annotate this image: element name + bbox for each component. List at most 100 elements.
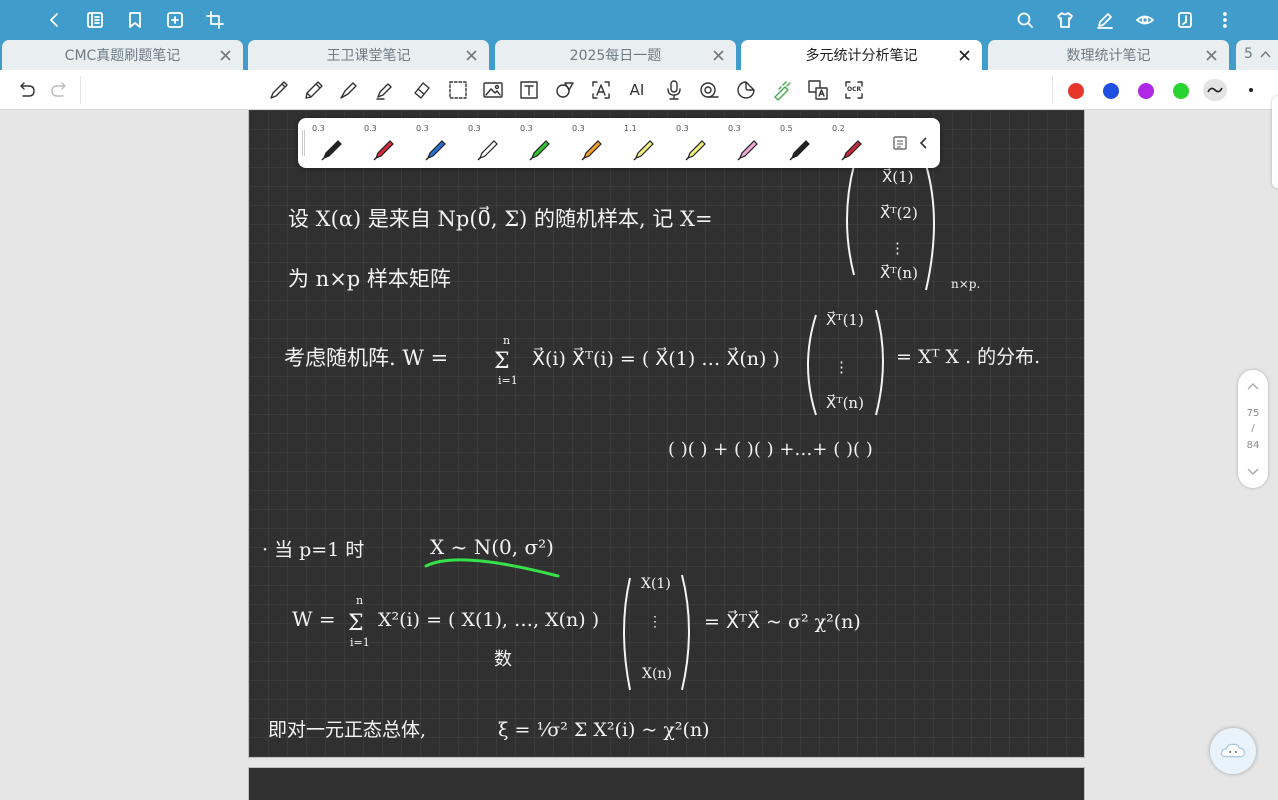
color-swatch-purple[interactable]	[1138, 83, 1154, 99]
notebook-icon[interactable]	[83, 8, 107, 32]
drag-handle[interactable]	[302, 130, 305, 156]
matrix-dots: ⋮	[648, 614, 662, 630]
ai-icon[interactable]: AI	[624, 78, 650, 102]
page-scroller[interactable]: 75 / 84	[1238, 370, 1268, 488]
close-icon[interactable]	[217, 47, 233, 63]
matrix-row-1: X⃗(1)	[882, 167, 914, 186]
matrix-row-n: X⃗ᵀ(n)	[826, 393, 864, 412]
pen-preset[interactable]: 0.3	[672, 122, 720, 164]
shirt-icon[interactable]	[1053, 8, 1077, 32]
pen-preset[interactable]: 0.3	[464, 122, 512, 164]
more-icon[interactable]	[1213, 8, 1237, 32]
shapes-icon[interactable]	[552, 78, 578, 102]
page-current: 75	[1246, 408, 1260, 419]
note-line-6-word: 数	[494, 649, 512, 670]
crop-icon[interactable]	[203, 8, 227, 32]
tab-wangwei[interactable]: 王卫课堂笔记	[248, 40, 489, 70]
matrix-row-2: X⃗ᵀ(2)	[880, 203, 918, 222]
close-icon[interactable]	[956, 47, 972, 63]
tab-math-stat[interactable]: 数理统计笔记	[988, 40, 1229, 70]
pen-preset[interactable]: 0.3	[412, 122, 460, 164]
color-swatch-red[interactable]	[1068, 83, 1084, 99]
sum-upper: n	[356, 594, 363, 607]
sticker-icon[interactable]	[733, 78, 759, 102]
stroke-style-button[interactable]	[1203, 79, 1227, 101]
pen-preset[interactable]: 0.5	[776, 122, 824, 164]
chevron-left-icon[interactable]	[916, 135, 932, 151]
close-icon[interactable]	[463, 47, 479, 63]
text-recognize-icon[interactable]	[588, 78, 614, 102]
color-swatch-green[interactable]	[1173, 83, 1189, 99]
pen-size-label: 0.3	[572, 124, 585, 133]
page-view-icon[interactable]	[1173, 8, 1197, 32]
translate-icon[interactable]	[805, 78, 831, 102]
ocr-icon[interactable]: OCR	[841, 78, 867, 102]
pen-palette: 0.3 0.3 0.3 0.3 0.3 0.3 1.1 0.3 0.3 0.5 0.2	[298, 118, 940, 168]
pen-preset[interactable]: 0.3	[516, 122, 564, 164]
sum-lower: i=1	[350, 636, 370, 649]
pen-size-label: 0.3	[416, 124, 429, 133]
handwriting-layer: 设 X(α) 是来自 Np(0⃗, Σ) 的随机样本, 记 X= X⃗(1) X…	[262, 164, 1040, 741]
laser-pointer-icon[interactable]	[769, 78, 795, 102]
pen-size-label: 0.3	[312, 124, 325, 133]
fountain-pen-icon[interactable]	[336, 78, 362, 102]
tab-multivariate[interactable]: 多元统计分析笔记	[741, 40, 982, 70]
chevron-down-icon[interactable]	[1245, 464, 1261, 480]
close-icon[interactable]	[1203, 47, 1219, 63]
matrix-row-1: X(1)	[641, 576, 671, 592]
pen-preset[interactable]: 0.2	[828, 122, 876, 164]
tool-row: AI OCR	[0, 70, 1278, 110]
undo-icon[interactable]	[13, 78, 39, 102]
note-line-6-result: = X⃗ᵀX⃗ ~ σ² χ²(n)	[704, 610, 861, 633]
tab-daily-problem[interactable]: 2025每日一题	[495, 40, 736, 70]
tab-count: 5	[1244, 46, 1253, 62]
microphone-icon[interactable]	[661, 78, 687, 102]
green-underline	[424, 558, 560, 578]
stroke-width-dot[interactable]	[1249, 88, 1253, 92]
matrix-bracket-left	[846, 164, 855, 276]
pen-preset[interactable]: 1.1	[620, 122, 668, 164]
eraser-icon[interactable]	[408, 78, 434, 102]
pen-preset[interactable]: 0.3	[568, 122, 616, 164]
lasso-select-icon[interactable]	[445, 78, 471, 102]
bookmark-icon[interactable]	[123, 8, 147, 32]
pen-settings-icon[interactable]	[1093, 8, 1117, 32]
tab-overflow[interactable]: 5	[1236, 40, 1278, 70]
color-swatch-blue[interactable]	[1103, 83, 1119, 99]
redo-icon[interactable]	[47, 78, 73, 102]
matrix-row-n: X⃗ᵀ(n)	[880, 263, 918, 282]
ballpoint-pen-icon[interactable]	[266, 78, 292, 102]
text-box-icon[interactable]	[516, 78, 542, 102]
pen-size-label: 0.2	[832, 124, 845, 133]
add-page-icon[interactable]	[163, 8, 187, 32]
pen-preset[interactable]: 0.3	[360, 122, 408, 164]
sum-upper: n	[503, 334, 510, 347]
pen-size-label: 0.3	[364, 124, 377, 133]
image-icon[interactable]	[480, 78, 506, 102]
pen-size-label: 0.5	[780, 124, 793, 133]
pen-icon	[633, 140, 654, 161]
matrix-row-1: X⃗ᵀ(1)	[826, 310, 864, 329]
ocr-label: OCR	[847, 86, 862, 93]
note-line-1: 设 X(α) 是来自 Np(0⃗, Σ) 的随机样本, 记 X=	[288, 206, 713, 231]
top-app-bar	[0, 0, 1278, 40]
pen-icon	[321, 140, 342, 161]
search-icon[interactable]	[1013, 8, 1037, 32]
pen-size-label: 0.3	[468, 124, 481, 133]
tab-cmc[interactable]: CMC真题刷题笔记	[2, 40, 243, 70]
tape-icon[interactable]	[696, 78, 722, 102]
side-panel-handle[interactable]	[1272, 96, 1278, 188]
assistant-bubble[interactable]	[1210, 728, 1256, 774]
tab-title: 2025每日一题	[569, 48, 662, 64]
close-icon[interactable]	[710, 47, 726, 63]
pen-preset[interactable]: 0.3	[308, 122, 356, 164]
back-icon[interactable]	[42, 8, 66, 32]
matrix-bracket-right	[925, 164, 935, 291]
pen-preset[interactable]: 0.3	[724, 122, 772, 164]
next-note-page[interactable]	[248, 767, 1085, 800]
palette-settings-icon[interactable]	[892, 135, 908, 151]
chevron-up-icon[interactable]	[1245, 378, 1261, 394]
eye-icon[interactable]	[1133, 8, 1157, 32]
pencil-icon[interactable]	[301, 78, 327, 102]
highlighter-icon[interactable]	[372, 78, 398, 102]
